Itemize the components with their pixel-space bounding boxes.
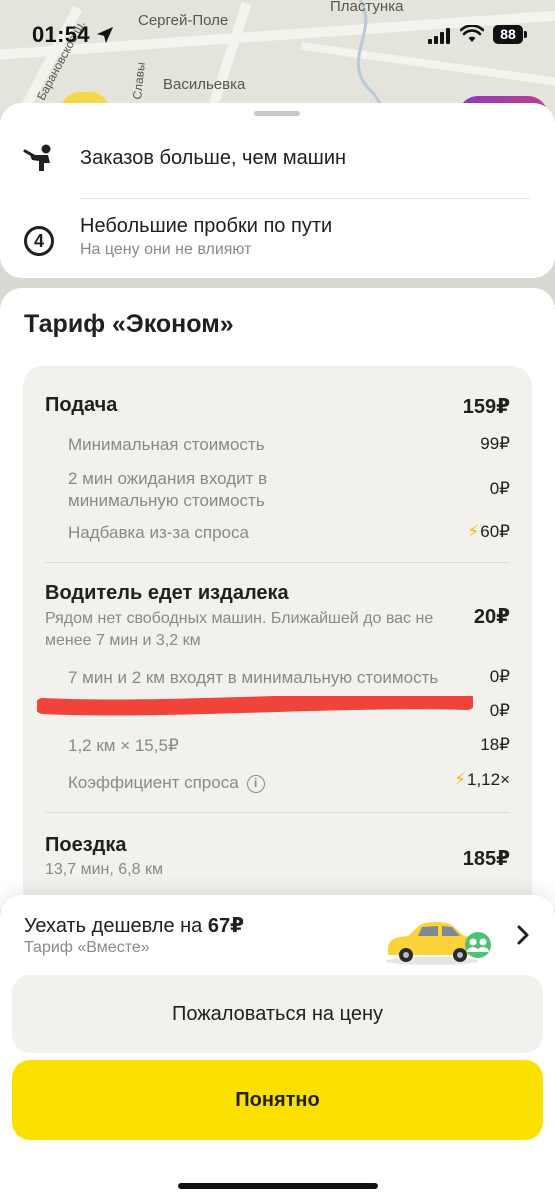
min-cost-label: Минимальная стоимость	[68, 435, 265, 454]
cheaper-prefix: Уехать дешевле на	[24, 915, 208, 937]
section-divider	[45, 562, 510, 563]
cheaper-option[interactable]: Уехать дешевле на 67₽ Тариф «Вместе»	[0, 895, 555, 970]
traffic-title: Небольшие пробки по пути	[80, 215, 333, 237]
chevron-right-icon	[517, 925, 529, 945]
distance-calc-value: 18₽	[480, 735, 510, 754]
demand-coef-amount: 1,12×	[466, 770, 510, 789]
waiting-label: 2 мин ожидания входит в минимальную стои…	[68, 469, 268, 510]
demand-text: Заказов больше, чем машин	[80, 147, 347, 169]
status-time: 01:54	[32, 22, 90, 47]
section-divider	[45, 812, 510, 813]
wifi-icon	[460, 25, 484, 42]
location-arrow-icon	[96, 26, 114, 44]
surge-value: ⚡60₽	[467, 522, 510, 542]
pickup-title: Подача	[45, 394, 118, 416]
car-icon	[386, 922, 491, 965]
price-breakdown: Подача 159₽ Минимальная стоимость 99₽ 2 …	[23, 366, 532, 926]
status-bar: 01:54 88	[0, 0, 555, 70]
cheaper-amount: 67₽	[207, 915, 245, 937]
waving-person-icon	[23, 144, 51, 171]
cheaper-subtitle: Тариф «Вместе»	[24, 939, 150, 956]
surge-label: Надбавка из-за спроса	[68, 523, 249, 542]
cheaper-title: Уехать дешевле на 67₽	[24, 913, 244, 938]
far-driver-title: Водитель едет издалека	[45, 582, 289, 604]
demand-coef-label: Коэффициент спроса	[68, 773, 239, 792]
bottom-sheet: Уехать дешевле на 67₽ Тариф «Вместе» Пож…	[0, 895, 555, 1200]
ride-price: 185₽	[462, 848, 510, 870]
sheet-grabber[interactable]	[254, 111, 300, 116]
info-icon[interactable]: i	[246, 775, 265, 793]
pickup-price: 159₽	[462, 396, 510, 418]
distance-calc-label: 1,2 км × 15,5₽	[68, 736, 179, 755]
tariff-card: Тариф «Эконом» Подача 159₽ Минимальная с…	[0, 288, 555, 928]
ok-button[interactable]: Понятно	[12, 1060, 543, 1140]
map-label-vasilevka: Васильевка	[163, 76, 246, 93]
cellular-signal-icon	[428, 28, 450, 44]
traffic-level-badge: 4	[24, 226, 54, 256]
waiting-value: 0₽	[489, 479, 510, 498]
battery-indicator: 88	[493, 25, 527, 44]
divider	[80, 198, 530, 199]
far-driver-desc: Рядом нет свободных машин. Ближайшей до …	[45, 610, 434, 649]
conditions-card: Заказов больше, чем машин 4 Небольшие пр…	[0, 103, 555, 278]
tariff-title: Тариф «Эконом»	[24, 310, 234, 338]
lightning-icon: ⚡	[454, 770, 466, 789]
redacted-value: 0₽	[489, 701, 510, 720]
red-redaction-stroke	[37, 696, 473, 716]
min-cost-value: 99₽	[480, 434, 510, 453]
traffic-subtitle: На цену они не влияют	[80, 241, 252, 258]
home-indicator[interactable]	[178, 1183, 378, 1189]
included-distance-value: 0₽	[489, 667, 510, 686]
complain-button[interactable]: Пожаловаться на цену	[12, 975, 543, 1053]
ride-desc: 13,7 мин, 6,8 км	[45, 861, 163, 878]
lightning-icon: ⚡	[467, 522, 480, 541]
ride-title: Поездка	[45, 834, 127, 856]
included-distance-label: 7 мин и 2 км входят в минимальную стоимо…	[68, 668, 439, 687]
demand-coef-value: ⚡1,12×	[454, 770, 510, 790]
demand-coef-row: Коэффициент спроса i	[68, 772, 448, 794]
surge-amount: 60₽	[480, 522, 510, 541]
far-driver-price: 20₽	[473, 606, 510, 628]
